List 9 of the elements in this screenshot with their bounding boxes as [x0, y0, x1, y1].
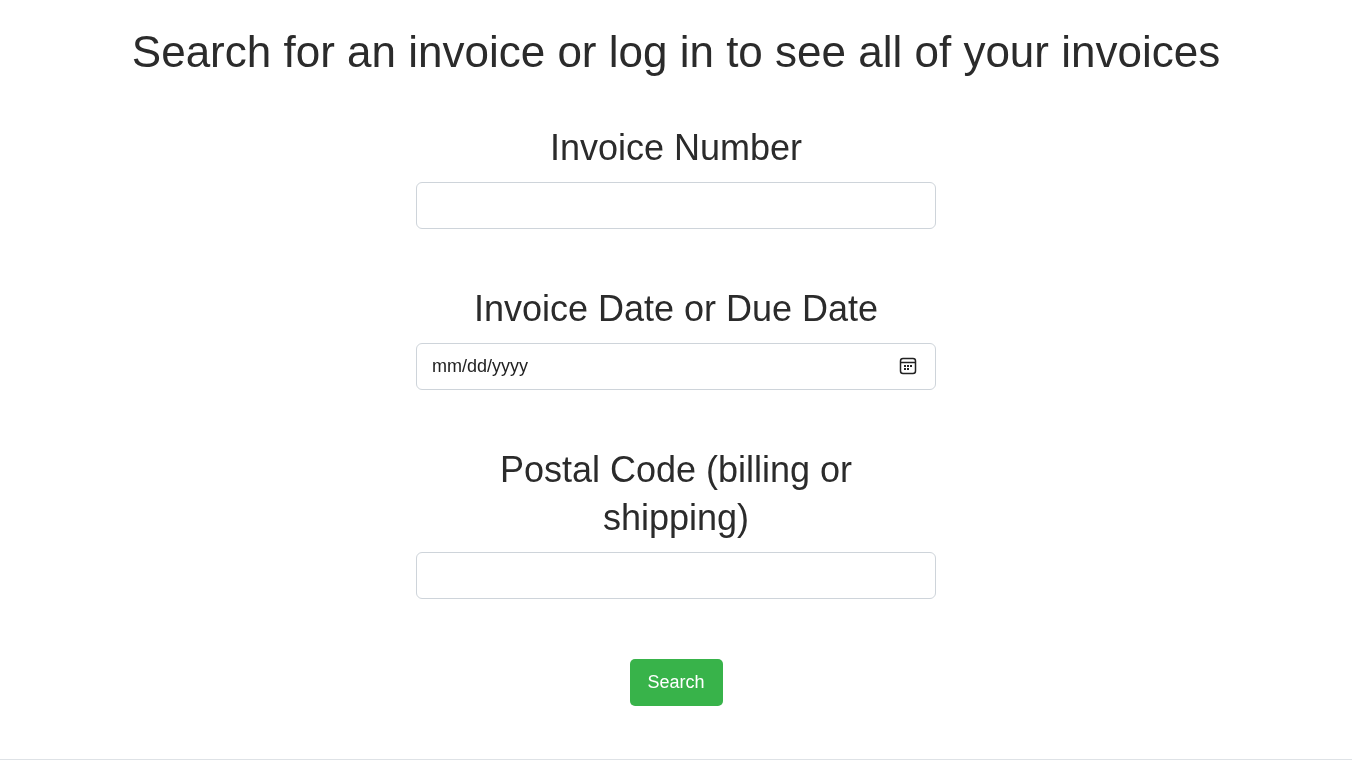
field-label: Invoice Date or Due Date — [472, 287, 880, 331]
field-label: Invoice Number — [548, 126, 804, 170]
field-label: Postal Code (billing or shipping) — [498, 448, 854, 540]
calendar-icon[interactable] — [899, 357, 917, 375]
input-field[interactable] — [416, 552, 936, 599]
input-field[interactable] — [416, 182, 936, 229]
search-button[interactable]: Search — [629, 659, 723, 706]
date-field[interactable]: mm/dd/yyyy — [416, 343, 936, 390]
page-heading: Search for an invoice or log in to see all of your invoices — [131, 26, 1221, 78]
